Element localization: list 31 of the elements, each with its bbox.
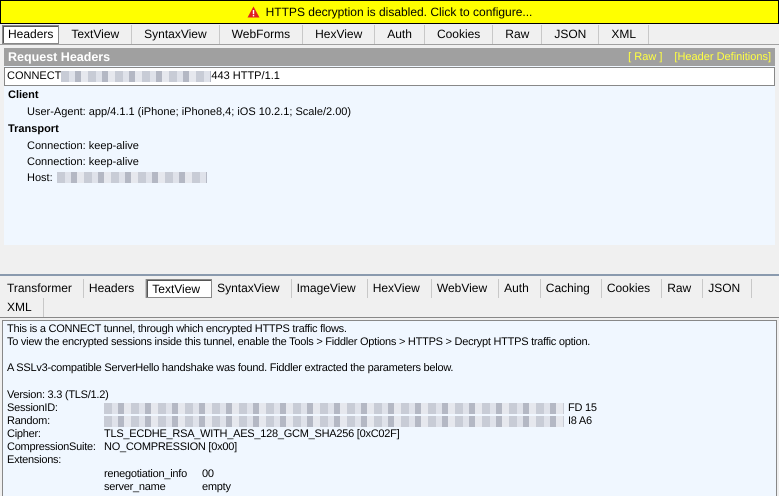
text-line: To view the encrypted sessions inside this tunnel, enable the Tools > Fiddler Options > HTTPS > Decrypt HTTPS traffic option. xyxy=(7,336,590,348)
field-value: NO_COMPRESSION [0x00] xyxy=(104,441,237,454)
header-line[interactable]: Connection: keep-alive xyxy=(27,138,139,154)
header-line[interactable]: User-Agent: app/4.1.1 (iPhone; iPhone8,4; iOS 10.2.1; Scale/2.00) xyxy=(27,104,352,120)
field-name: CompressionSuite: xyxy=(7,441,97,454)
text-line: A SSLv3-compatible ServerHello handshake was found. Fiddler extracted the parameters below. xyxy=(7,362,454,374)
header-group[interactable]: Client xyxy=(8,86,775,104)
extension-value: empty xyxy=(202,480,231,494)
field-name: SessionID: xyxy=(7,402,59,415)
field-name: Cipher: xyxy=(7,428,42,442)
header-line[interactable]: Connection: keep-alive xyxy=(27,154,139,170)
extension-name: renegotiation_info xyxy=(104,468,188,481)
extension-value: 00 xyxy=(202,468,214,481)
tab[interactable]: Headers xyxy=(2,24,60,44)
extension-name: server_name xyxy=(104,480,166,494)
tab[interactable]: TextView xyxy=(146,278,212,298)
text-line: This is a CONNECT tunnel, through which encrypted HTTPS traffic flows. xyxy=(7,322,347,335)
text-line: Version: 3.3 (TLS/1.2) xyxy=(7,388,108,400)
request-protocol: 443 HTTP/1.1 xyxy=(211,70,280,82)
field-value: TLS_ECDHE_RSA_WITH_AES_128_GCM_SHA256 [0xC02F] xyxy=(104,428,400,442)
field-value: I8 A6 xyxy=(568,414,592,428)
notification-bar[interactable]: HTTPS decryption is disabled. Click to configure... xyxy=(0,0,779,24)
section-title: Request Headers xyxy=(8,50,110,64)
header-group[interactable]: Transport xyxy=(8,120,775,138)
header-line[interactable]: Host: xyxy=(27,170,53,186)
request-method: CONNECT xyxy=(7,70,62,82)
field-name: Extensions: xyxy=(7,454,62,468)
warning-icon xyxy=(246,6,260,18)
field-value: FD 15 xyxy=(568,402,597,415)
field-name: Random: xyxy=(7,414,51,428)
notification-text: HTTPS decryption is disabled. Click to configure... xyxy=(266,4,532,19)
